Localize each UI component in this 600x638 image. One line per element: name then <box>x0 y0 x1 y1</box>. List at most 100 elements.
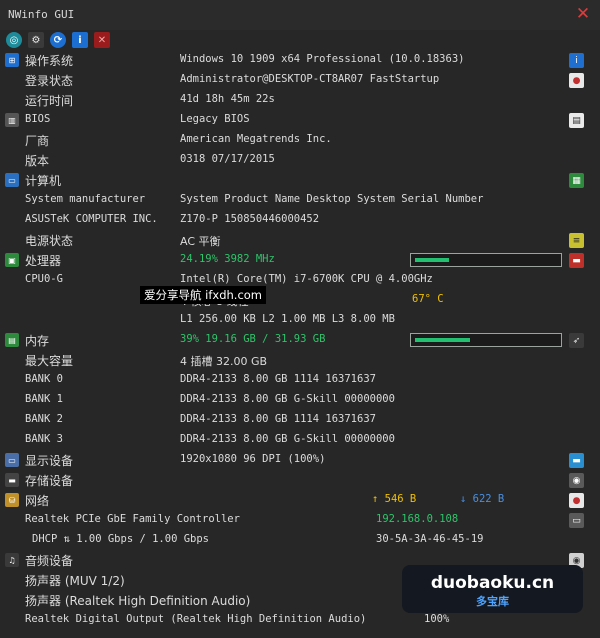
bank-row: BANK 0 DDR4-2133 8.00 GB 1114 16371637 <box>0 370 600 390</box>
cpu-label: 处理器 <box>25 254 62 268</box>
storage-row: ▬ 存储设备 ◉ <box>0 470 600 490</box>
board-row: ASUSTeK COMPUTER INC. Z170-P 15085044600… <box>0 210 600 230</box>
board-label: ASUSTeK COMPUTER INC. <box>25 213 158 225</box>
cpu-model-row: CPU0-G Intel(R) Core(TM) i7-6700K CPU @ … <box>0 270 600 290</box>
os-value: Windows 10 1909 x64 Professional (10.0.1… <box>180 53 465 65</box>
bank-label: BANK 0 <box>25 373 63 385</box>
network-icon: ⛁ <box>5 493 19 507</box>
adapter-row: Realtek PCIe GbE Family Controller 192.1… <box>0 510 600 530</box>
disk-icon[interactable]: ◉ <box>569 473 584 488</box>
bios-value: Legacy BIOS <box>180 113 250 125</box>
watermark-overlay: 爱分享导航 ifxdh.com <box>140 286 267 304</box>
refresh-icon[interactable]: ⟳ <box>50 32 66 48</box>
cpu-detail-icon[interactable]: ▬ <box>569 253 584 268</box>
globe-icon[interactable]: ◎ <box>6 32 22 48</box>
power-plan-icon[interactable]: ≡ <box>569 233 584 248</box>
memory-icon: ▤ <box>5 333 19 347</box>
manufacturer-row: System manufacturer System Product Name … <box>0 190 600 210</box>
power-row: 电源状态 AC 平衡 ≡ <box>0 230 600 250</box>
mac-address: 30-5A-3A-46-45-19 <box>376 533 484 545</box>
bank-label: BANK 2 <box>25 413 63 425</box>
toolbar: ◎ ⚙ ⟳ i ✕ <box>6 32 110 48</box>
bank-value: DDR4-2133 8.00 GB G-Skill 00000000 <box>180 393 395 405</box>
login-value: Administrator@DESKTOP-CT8AR07 FastStartu… <box>180 73 440 85</box>
os-row: ⊞ 操作系统 Windows 10 1909 x64 Professional … <box>0 50 600 70</box>
uptime-row: 运行时间 41d 18h 45m 22s <box>0 90 600 110</box>
watermark-name: 多宝库 <box>476 595 509 608</box>
bank-value: DDR4-2133 8.00 GB G-Skill 00000000 <box>180 433 395 445</box>
network-row: ⛁ 网络 ↑ 546 B ↓ 622 B ● <box>0 490 600 510</box>
bank-row: BANK 2 DDR4-2133 8.00 GB 1114 16371637 <box>0 410 600 430</box>
screen-icon[interactable]: ▬ <box>569 453 584 468</box>
manufacturer-value: System Product Name Desktop System Seria… <box>180 193 484 205</box>
rocket-icon[interactable]: ➶ <box>569 333 584 348</box>
network-detail-icon[interactable]: ● <box>569 493 584 508</box>
login-row: 登录状态 Administrator@DESKTOP-CT8AR07 FastS… <box>0 70 600 90</box>
document-icon[interactable]: ▤ <box>569 113 584 128</box>
cpu-usage-fill <box>415 258 449 262</box>
bank-value: DDR4-2133 8.00 GB 1114 16371637 <box>180 413 376 425</box>
cpu-usage: 24.19% 3982 MHz <box>180 253 275 265</box>
memory-usage-bar <box>410 333 562 347</box>
computer-row: ▭ 计算机 ▦ <box>0 170 600 190</box>
cpu-id-label: CPU0-G <box>25 273 63 285</box>
site-watermark: duobaoku.cn 多宝库 <box>402 565 583 613</box>
chip-icon: ▥ <box>5 113 19 127</box>
capacity-value: 4 插槽 32.00 GB <box>180 355 268 368</box>
network-label: 网络 <box>25 494 50 508</box>
bank-label: BANK 1 <box>25 393 63 405</box>
cpu-model: Intel(R) Core(TM) i7-6700K CPU @ 4.00GHz <box>180 273 433 285</box>
bank-label: BANK 3 <box>25 433 63 445</box>
display-row: ▭ 显示设备 1920x1080 96 DPI (100%) ▬ <box>0 450 600 470</box>
watermark-site: duobaoku.cn <box>430 573 555 593</box>
title-bar: NWinfo GUI ✕ <box>0 0 600 30</box>
uptime-value: 41d 18h 45m 22s <box>180 93 275 105</box>
settings-gear-icon[interactable]: ⚙ <box>28 32 44 48</box>
capacity-label: 最大容量 <box>25 354 74 368</box>
memory-usage: 39% 19.16 GB / 31.93 GB <box>180 333 326 345</box>
display-value: 1920x1080 96 DPI (100%) <box>180 453 326 465</box>
exit-icon[interactable]: ✕ <box>94 32 110 48</box>
login-label: 登录状态 <box>25 74 74 88</box>
close-icon[interactable]: ✕ <box>574 4 592 24</box>
bank-row: BANK 1 DDR4-2133 8.00 GB G-Skill 0000000… <box>0 390 600 410</box>
version-label: 版本 <box>25 154 50 168</box>
os-info-icon[interactable]: i <box>569 53 584 68</box>
vendor-label: 厂商 <box>25 134 50 148</box>
cpu-temperature: 67° C <box>412 293 444 305</box>
memory-label: 内存 <box>25 334 50 348</box>
bios-row: ▥ BIOS Legacy BIOS ▤ <box>0 110 600 130</box>
ip-address: 192.168.0.108 <box>376 513 459 525</box>
cpu-icon: ▣ <box>5 253 19 267</box>
window-title: NWinfo GUI <box>8 8 75 21</box>
power-value: AC 平衡 <box>180 235 221 248</box>
cpu-row: ▣ 处理器 24.19% 3982 MHz ▬ <box>0 250 600 270</box>
cpu-cores-row: 4 核心 8 线程 <box>0 290 600 310</box>
digital-output-volume: 100% <box>424 613 450 625</box>
board-value: Z170-P 150850446000452 <box>180 213 320 225</box>
drive-icon: ▬ <box>5 473 19 487</box>
digital-output-row: Realtek Digital Output (Realtek High Def… <box>0 610 600 630</box>
version-value: 0318 07/17/2015 <box>180 153 275 165</box>
display-icon: ▭ <box>5 453 19 467</box>
digital-output-label: Realtek Digital Output (Realtek High Def… <box>25 613 367 625</box>
bank-value: DDR4-2133 8.00 GB 1114 16371637 <box>180 373 376 385</box>
dhcp-label: DHCP ⇅ 1.00 Gbps / 1.00 Gbps <box>32 533 210 545</box>
capacity-row: 最大容量 4 插槽 32.00 GB <box>0 350 600 370</box>
network-upload: ↑ 546 B <box>372 493 417 505</box>
vendor-row: 厂商 American Megatrends Inc. <box>0 130 600 150</box>
windows-icon: ⊞ <box>5 53 19 67</box>
cpu-usage-bar <box>410 253 562 267</box>
info-icon[interactable]: i <box>72 32 88 48</box>
board-icon[interactable]: ▦ <box>569 173 584 188</box>
computer-label: 计算机 <box>25 174 62 188</box>
manufacturer-label: System manufacturer <box>25 193 146 205</box>
bank-row: BANK 3 DDR4-2133 8.00 GB G-Skill 0000000… <box>0 430 600 450</box>
user-icon[interactable]: ● <box>569 73 584 88</box>
adapter-label: Realtek PCIe GbE Family Controller <box>25 513 240 525</box>
memory-row: ▤ 内存 39% 19.16 GB / 31.93 GB ➶ <box>0 330 600 350</box>
speaker-label: 扬声器 (MUV 1/2) <box>25 574 125 588</box>
cpu-cache: L1 256.00 KB L2 1.00 MB L3 8.00 MB <box>180 313 395 325</box>
adapter-icon[interactable]: ▭ <box>569 513 584 528</box>
vendor-value: American Megatrends Inc. <box>180 133 332 145</box>
